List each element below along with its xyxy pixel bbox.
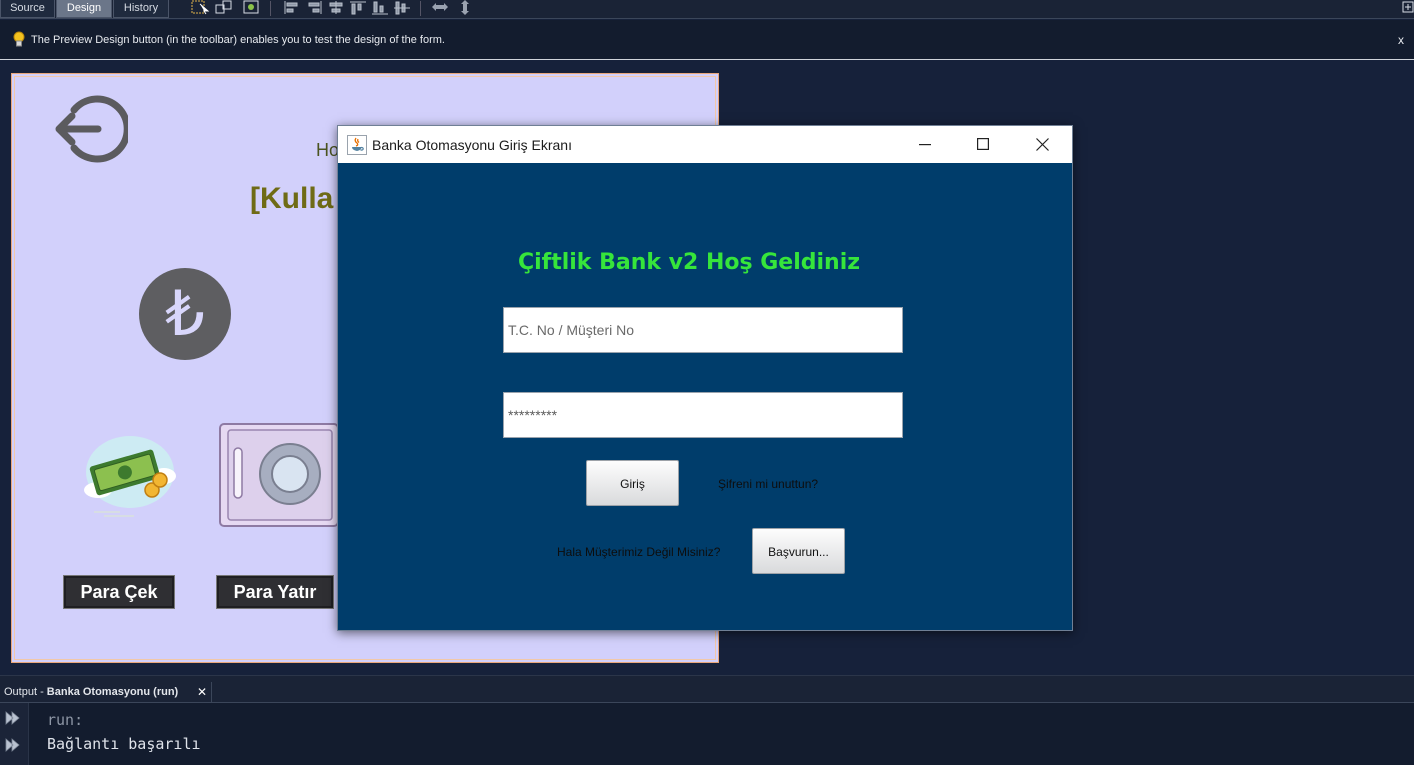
resize-horizontal-icon[interactable] [431, 0, 449, 15]
ide-toolbar: Source Design History [0, 0, 1414, 19]
customer-id-input[interactable] [503, 307, 903, 353]
password-input[interactable] [503, 392, 903, 438]
forgot-password-link[interactable]: Şifreni mi unuttun? [718, 477, 818, 491]
preview-design-icon[interactable] [242, 0, 262, 15]
connection-mode-icon[interactable] [214, 0, 234, 15]
login-dialog[interactable]: Banka Otomasyonu Giriş Ekranı Çiftlik Ba… [337, 125, 1073, 631]
not-customer-label: Hala Müşterimiz Değil Misiniz? [557, 545, 721, 559]
login-button[interactable]: Giriş [586, 460, 679, 506]
align-right-icon[interactable] [305, 0, 323, 15]
center-horizontally-icon[interactable] [327, 0, 345, 15]
safe-vault-icon [219, 423, 339, 527]
dialog-titlebar[interactable]: Banka Otomasyonu Giriş Ekranı [338, 126, 1072, 163]
output-console[interactable]: run: Bağlantı başarılı [0, 703, 1414, 765]
lightbulb-icon [13, 31, 25, 47]
output-line-run: run: [47, 711, 84, 729]
rerun-with-options-icon[interactable] [4, 737, 22, 753]
hint-close-button[interactable]: x [1398, 33, 1404, 47]
deposit-money-button[interactable]: Para Yatır [216, 575, 334, 609]
tab-history[interactable]: History [113, 0, 169, 18]
close-icon [1036, 138, 1049, 151]
design-hint-bar: The Preview Design button (in the toolba… [0, 20, 1414, 60]
center-vertically-icon[interactable] [393, 0, 411, 15]
output-gutter [0, 703, 29, 765]
username-label: [Kulla [250, 182, 334, 215]
tab-design[interactable]: Design [56, 0, 112, 18]
selection-mode-icon[interactable] [191, 0, 211, 15]
close-button[interactable] [1013, 126, 1071, 163]
align-bottom-icon[interactable] [371, 0, 389, 15]
rerun-icon[interactable] [4, 710, 22, 726]
toolbar-separator [270, 1, 271, 16]
lira-balance-icon: ₺ [139, 268, 231, 360]
dialog-title: Banka Otomasyonu Giriş Ekranı [372, 137, 572, 153]
hint-text: The Preview Design button (in the toolba… [31, 34, 445, 46]
align-top-icon[interactable] [349, 0, 367, 15]
welcome-heading: Çiftlik Bank v2 Hoş Geldiniz [517, 250, 861, 275]
output-line-connection: Bağlantı başarılı [47, 735, 201, 753]
output-panel-header: Output - Banka Otomasyonu (run) ✕ [0, 682, 1414, 703]
output-tab-title: Banka Otomasyonu (run) [46, 686, 179, 698]
maximize-editor-icon[interactable] [1402, 0, 1414, 15]
maximize-icon [977, 138, 989, 150]
minimize-button[interactable] [896, 126, 954, 163]
logout-icon[interactable] [54, 92, 128, 166]
align-left-icon[interactable] [283, 0, 301, 15]
money-cash-icon [84, 436, 176, 517]
welcome-label: Ho [316, 140, 340, 160]
tab-source[interactable]: Source [0, 0, 55, 18]
apply-button[interactable]: Başvurun... [752, 528, 845, 574]
output-tab[interactable]: Output - Banka Otomasyonu (run) [0, 682, 212, 702]
maximize-button[interactable] [954, 126, 1012, 163]
toolbar-separator [420, 1, 421, 16]
java-icon [347, 135, 367, 155]
output-tab-prefix: Output - [4, 686, 47, 698]
output-tab-close-button[interactable]: ✕ [197, 685, 207, 699]
withdraw-money-button[interactable]: Para Çek [63, 575, 175, 609]
panel-divider[interactable] [0, 675, 1414, 682]
resize-vertical-icon[interactable] [457, 0, 473, 15]
minimize-icon [919, 144, 931, 146]
